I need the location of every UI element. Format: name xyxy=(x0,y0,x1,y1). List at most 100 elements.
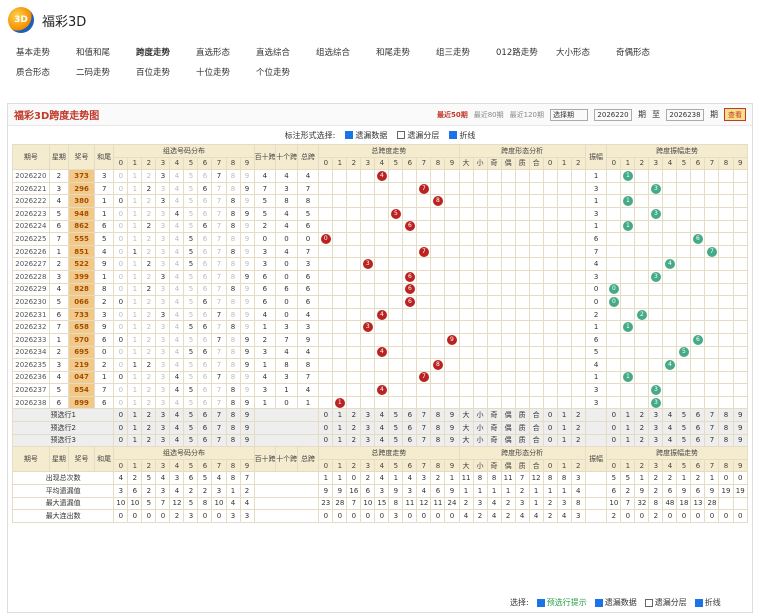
span-cell: 3 xyxy=(360,320,376,334)
stats-cell: 11 xyxy=(500,471,516,486)
week-cell: 3 xyxy=(48,181,70,196)
predict-row[interactable]: 预选行2 0 1 2 3 4 5 6 7 8 9 0 1 2 3 4 5 6 7 8 9 大小奇偶质合 0 1 2 0 1 2 3 4 5 6… xyxy=(11,421,748,435)
nav-tab[interactable]: 十位走势 xyxy=(196,66,256,78)
opt-miss-data[interactable]: 遗漏数据 xyxy=(345,130,387,141)
zhentrend-cell xyxy=(718,232,734,246)
group-cell: 0 xyxy=(113,169,129,183)
digit-header: 1 xyxy=(620,156,636,171)
group-cell: 7 xyxy=(211,395,227,410)
predict-form: 合 xyxy=(528,408,544,423)
from-input[interactable]: 2026220 xyxy=(594,108,632,121)
group-cell: 0 xyxy=(113,257,129,271)
zhentrend-cell xyxy=(606,206,622,221)
group-cell: 1 xyxy=(127,282,143,297)
nav-tab[interactable]: 和值和尾 xyxy=(76,46,136,58)
stats-cell: 2 xyxy=(542,496,558,511)
range-50[interactable]: 最近50期 xyxy=(437,110,468,120)
zhentrend-cell xyxy=(690,244,706,259)
zhentrend-cell xyxy=(648,345,664,360)
form-cell xyxy=(528,358,544,372)
span-cell xyxy=(332,282,348,297)
zhentrend-cell xyxy=(718,181,734,196)
group-cell: 6 xyxy=(197,206,213,221)
zhentrend-cell xyxy=(620,232,636,246)
form-cell xyxy=(542,383,558,397)
stats-cell: 4 xyxy=(169,484,185,498)
group-cell: 7 xyxy=(211,320,227,334)
zhentrend-cell xyxy=(606,232,622,246)
query-button[interactable]: 查看 xyxy=(724,108,746,121)
nav-tab[interactable]: 大小形态 xyxy=(556,46,616,58)
nav-tab[interactable]: 直选综合 xyxy=(256,46,316,58)
zhentrend-cell xyxy=(690,169,706,183)
nav-tab[interactable]: 百位走势 xyxy=(136,66,196,78)
predict-form: 奇 xyxy=(486,421,502,435)
predict-gap xyxy=(584,421,608,435)
number-cell: 970 xyxy=(68,332,95,347)
nav-tab[interactable]: 基本走势 xyxy=(16,46,76,58)
col-group: 组选号码分布 xyxy=(113,446,255,460)
zhentrend-cell xyxy=(676,320,692,334)
opt-bottom-miss-layer[interactable]: 遗漏分层 xyxy=(644,597,687,608)
opt-predict-hint[interactable]: 预选行提示 xyxy=(536,597,587,608)
zhentrend-cell xyxy=(732,383,748,397)
zhentrend-cell xyxy=(732,194,748,208)
to-input[interactable]: 2026238 xyxy=(666,108,704,121)
stats-cell: 1 xyxy=(528,484,544,498)
opt-bottom-line[interactable]: 折线 xyxy=(694,597,721,608)
predict-row[interactable]: 预选行3 0 1 2 3 4 5 6 7 8 9 0 1 2 3 4 5 6 7 8 9 大小奇偶质合 0 1 2 0 1 2 3 4 5 6… xyxy=(11,433,748,448)
span-cell xyxy=(374,358,390,372)
predict-form: 奇 xyxy=(486,408,502,423)
stats-cell: 1 xyxy=(318,471,334,486)
stats-cell: 5 xyxy=(606,471,622,486)
form-cell xyxy=(542,295,558,309)
zhentrend-cell xyxy=(718,206,734,221)
form-cell xyxy=(514,358,530,372)
form-cell xyxy=(570,232,586,246)
stats-cell: 4 xyxy=(556,509,572,523)
zhen-cell: 0 xyxy=(584,282,608,297)
nav-tab[interactable]: 质合形态 xyxy=(16,66,76,78)
span-cell xyxy=(444,219,460,234)
group-cell: 6 xyxy=(197,332,213,347)
zhentrend-cell xyxy=(662,269,678,284)
stats-cell: 10 xyxy=(211,496,227,511)
nav-tab[interactable]: 和尾走势 xyxy=(376,46,436,58)
opt-line[interactable]: 折线 xyxy=(449,130,475,141)
nav-tab[interactable]: 二码走势 xyxy=(76,66,136,78)
span-ball: 4 xyxy=(376,347,387,358)
period-select[interactable]: 选择期 xyxy=(550,108,588,121)
group-cell: 2 xyxy=(141,395,157,410)
zhentrend-cell xyxy=(732,332,748,347)
group-cell: 6 xyxy=(197,244,213,259)
nav-tab[interactable]: 跨度走势 xyxy=(136,46,196,58)
nav-tab[interactable]: 奇偶形态 xyxy=(616,46,676,58)
nav-tab[interactable]: 直选形态 xyxy=(196,46,256,58)
range-80[interactable]: 最近80期 xyxy=(474,110,504,120)
range-120[interactable]: 最近120期 xyxy=(510,110,544,120)
span-ball: 8 xyxy=(432,196,443,207)
form-cell xyxy=(500,370,516,385)
opt-miss-layer[interactable]: 遗漏分层 xyxy=(397,130,439,141)
stats-gap xyxy=(253,484,320,498)
opt-bottom-miss-data[interactable]: 遗漏数据 xyxy=(594,597,637,608)
trend-table: 期号 星期 奖号 和尾 组选号码分布 百十跨 十个跨 总跨 总跨度走势 跨度形态分析 振幅 跨度振幅走… xyxy=(11,143,748,523)
group-cell: 0 xyxy=(113,219,129,234)
nav-tab[interactable]: 个位走势 xyxy=(256,66,316,78)
stats-cell: 3 xyxy=(388,509,404,523)
form-cell xyxy=(500,307,516,322)
zhentrend-cell xyxy=(676,282,692,297)
predict-row[interactable]: 预选行1 0 1 2 3 4 5 6 7 8 9 0 1 2 3 4 5 6 7 8 9 大小奇偶质合 0 1 2 0 1 2 3 4 5 6… xyxy=(11,408,748,423)
span-cell xyxy=(360,269,376,284)
stats-cell: 1 xyxy=(486,484,502,498)
stats-cell: 24 xyxy=(444,496,460,511)
stats-cell: 8 xyxy=(225,471,241,486)
form-cell xyxy=(458,383,474,397)
group-cell: 1 xyxy=(127,358,143,372)
shi-cell: 0 xyxy=(275,257,298,271)
zhentrend-cell xyxy=(620,295,636,309)
span-cell xyxy=(402,320,418,334)
nav-tab[interactable]: 012路走势 xyxy=(496,46,556,58)
nav-tab[interactable]: 组选综合 xyxy=(316,46,376,58)
nav-tab[interactable]: 组三走势 xyxy=(436,46,496,58)
